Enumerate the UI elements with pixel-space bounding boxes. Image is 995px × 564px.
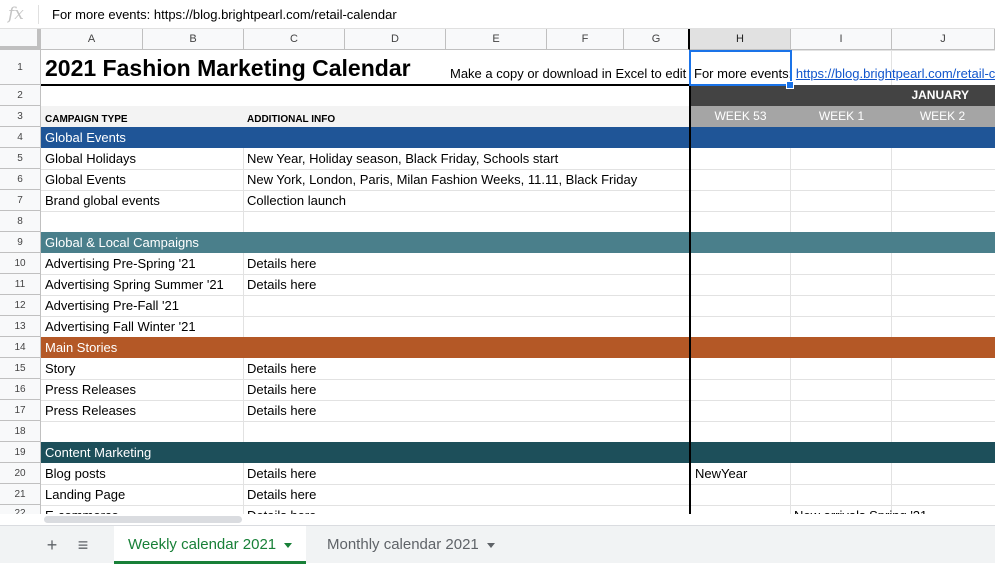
more-events-link[interactable]: https://blog.brightpearl.com/retail-cale… <box>796 66 995 81</box>
chevron-down-icon[interactable] <box>284 542 293 548</box>
cell-a15[interactable]: Story <box>41 358 243 379</box>
row-header-16[interactable]: 16 <box>0 379 41 400</box>
cell-a10[interactable]: Advertising Pre-Spring '21 <box>41 253 243 274</box>
row-header-19[interactable]: 19 <box>0 442 41 463</box>
cell-a13[interactable]: Advertising Fall Winter '21 <box>41 316 243 337</box>
campaign-type-header[interactable]: CAMPAIGN TYPE <box>41 106 243 127</box>
cell-a21[interactable]: Landing Page <box>41 484 243 505</box>
row-header-22[interactable]: 22 <box>0 505 41 514</box>
cell-c16[interactable]: Details here <box>243 379 690 400</box>
cell-c21[interactable]: Details here <box>243 484 690 505</box>
cell-c17[interactable]: Details here <box>243 400 690 421</box>
column-header-a[interactable]: A <box>41 29 143 50</box>
row-header-8[interactable]: 8 <box>0 211 41 232</box>
month-label: JANUARY <box>911 88 969 102</box>
horizontal-scrollbar[interactable] <box>44 516 242 523</box>
cell-a20[interactable]: Blog posts <box>41 463 243 484</box>
row-header-6[interactable]: 6 <box>0 169 41 190</box>
cell-a17[interactable]: Press Releases <box>41 400 243 421</box>
section-label-campaigns[interactable]: Global & Local Campaigns <box>45 232 199 253</box>
row-header-3[interactable]: 3 <box>0 106 41 127</box>
cell-a7[interactable]: Brand global events <box>41 190 243 211</box>
cell-c10[interactable]: Details here <box>243 253 690 274</box>
cell-c7[interactable]: Collection launch <box>243 190 690 211</box>
row-header-18[interactable]: 18 <box>0 421 41 442</box>
section-band-main-stories <box>41 337 995 358</box>
all-sheets-button[interactable]: ≡ <box>72 534 94 556</box>
row-header-1[interactable]: 1 <box>0 50 41 85</box>
additional-info-header[interactable]: ADDITIONAL INFO <box>243 106 543 127</box>
row-header-21[interactable]: 21 <box>0 484 41 505</box>
copy-note[interactable]: Make a copy or download in Excel to edit <box>446 50 690 85</box>
row-header-20[interactable]: 20 <box>0 463 41 484</box>
column-header-i[interactable]: I <box>791 29 892 50</box>
row-header-10[interactable]: 10 <box>0 253 41 274</box>
row-header-17[interactable]: 17 <box>0 400 41 421</box>
row-header-13[interactable]: 13 <box>0 316 41 337</box>
cell-c6[interactable]: New York, London, Paris, Milan Fashion W… <box>243 169 690 190</box>
section-band-global-events <box>41 127 995 148</box>
sheet-tab-bar: + ≡ Weekly calendar 2021 Monthly calenda… <box>0 525 995 564</box>
section-label-main-stories[interactable]: Main Stories <box>45 337 117 358</box>
cell-i22[interactable]: New arrivals Spring '21 <box>790 505 995 514</box>
tab-monthly-label: Monthly calendar 2021 <box>327 536 479 553</box>
column-header-h[interactable]: H <box>690 29 791 50</box>
select-all-corner[interactable] <box>0 29 41 50</box>
row-header-2[interactable]: 2 <box>0 85 41 106</box>
formula-bar: fx For more events: https://blog.brightp… <box>0 0 995 29</box>
cell-a16[interactable]: Press Releases <box>41 379 243 400</box>
row-header-14[interactable]: 14 <box>0 337 41 358</box>
section-label-global-events[interactable]: Global Events <box>45 127 126 148</box>
tab-weekly-calendar[interactable]: Weekly calendar 2021 <box>114 526 307 564</box>
cell-c11[interactable]: Details here <box>243 274 690 295</box>
week-53-header[interactable]: WEEK 53 <box>690 106 791 127</box>
sheet-title[interactable]: 2021 Fashion Marketing Calendar <box>41 50 446 85</box>
cell-h20[interactable]: NewYear <box>691 463 790 484</box>
fill-handle[interactable] <box>786 81 794 89</box>
column-header-e[interactable]: E <box>446 29 547 50</box>
section-band-content-marketing <box>41 442 995 463</box>
cell-c20[interactable]: Details here <box>243 463 690 484</box>
row-header-4[interactable]: 4 <box>0 127 41 148</box>
cell-selection <box>689 50 792 86</box>
row-header-7[interactable]: 7 <box>0 190 41 211</box>
cell-a6[interactable]: Global Events <box>41 169 243 190</box>
month-band: JANUARY <box>690 85 995 106</box>
section-label-content-marketing[interactable]: Content Marketing <box>45 442 151 463</box>
row-header-12[interactable]: 12 <box>0 295 41 316</box>
tab-weekly-label: Weekly calendar 2021 <box>128 536 277 553</box>
cell-c5[interactable]: New Year, Holiday season, Black Friday, … <box>243 148 690 169</box>
cell-c15[interactable]: Details here <box>243 358 690 379</box>
row-header-9[interactable]: 9 <box>0 232 41 253</box>
add-sheet-button[interactable]: + <box>41 534 63 556</box>
row-header-15[interactable]: 15 <box>0 358 41 379</box>
week-1-header[interactable]: WEEK 1 <box>791 106 892 127</box>
row-header-11[interactable]: 11 <box>0 274 41 295</box>
tab-monthly-calendar[interactable]: Monthly calendar 2021 <box>313 526 509 564</box>
cell-a12[interactable]: Advertising Pre-Fall '21 <box>41 295 243 316</box>
column-header-j[interactable]: J <box>892 29 995 50</box>
cell-a5[interactable]: Global Holidays <box>41 148 243 169</box>
chevron-down-icon[interactable] <box>486 542 495 548</box>
column-header-c[interactable]: C <box>244 29 345 50</box>
spreadsheet-grid: A B C D E F G H I J 1 2 3 4 5 6 7 8 9 10… <box>0 29 995 514</box>
formula-input[interactable]: For more events: https://blog.brightpear… <box>52 7 397 22</box>
function-icon: fx <box>8 4 24 24</box>
column-header-g[interactable]: G <box>624 29 690 50</box>
title-underline <box>41 84 690 86</box>
cell-c22[interactable]: Details here <box>243 505 690 514</box>
cell-a11[interactable]: Advertising Spring Summer '21 <box>41 274 243 295</box>
row-header-5[interactable]: 5 <box>0 148 41 169</box>
column-header-d[interactable]: D <box>345 29 446 50</box>
frozen-divider[interactable] <box>689 50 691 514</box>
week-2-header[interactable]: WEEK 2 <box>892 106 993 127</box>
column-header-b[interactable]: B <box>143 29 244 50</box>
cell-a22[interactable]: E-commerce <box>41 505 243 514</box>
column-header-f[interactable]: F <box>547 29 624 50</box>
formula-bar-divider <box>38 5 39 24</box>
